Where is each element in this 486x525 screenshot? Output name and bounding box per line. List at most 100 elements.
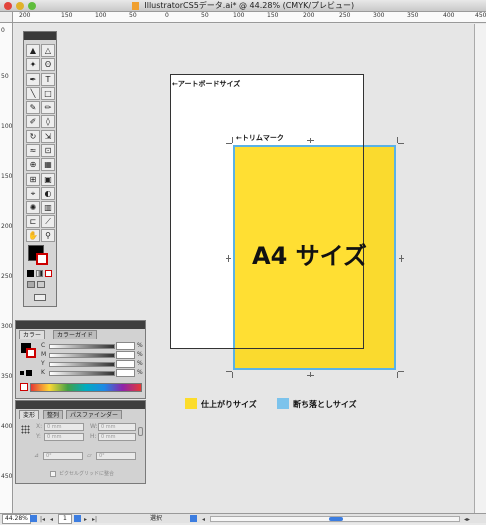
pen-tool-icon[interactable]: ✒ bbox=[26, 73, 40, 86]
artboard-tool-icon[interactable]: ⊏ bbox=[26, 215, 40, 228]
out-of-gamut-icon[interactable] bbox=[20, 371, 24, 375]
pixel-grid-checkbox[interactable] bbox=[50, 471, 56, 477]
transform-panel: 変形 整列 パスファインダー X: 0 mm Y: 0 mm W: 0 mm H… bbox=[15, 400, 146, 484]
none-mode-icon[interactable] bbox=[45, 270, 52, 277]
eraser-tool-icon[interactable]: ◊ bbox=[41, 115, 55, 128]
black-swatch-icon[interactable] bbox=[26, 370, 32, 376]
horizontal-ruler[interactable]: 200 150 100 50 0 50 100 150 200 250 300 … bbox=[13, 12, 486, 23]
zoom-dropdown-icon[interactable] bbox=[30, 515, 37, 522]
color-panel-header[interactable] bbox=[16, 321, 145, 329]
mesh-tool-icon[interactable]: ⊞ bbox=[26, 173, 40, 186]
x-input[interactable]: 0 mm bbox=[44, 423, 84, 431]
shear-angle-value: 0° bbox=[99, 453, 105, 459]
selection-tool-icon[interactable]: ▲ bbox=[26, 44, 40, 57]
lasso-tool-icon[interactable]: ʘ bbox=[41, 58, 55, 71]
column-graph-tool-icon[interactable]: ▥ bbox=[41, 201, 55, 214]
tab-transform-label: 変形 bbox=[23, 412, 36, 419]
draw-behind-icon[interactable] bbox=[37, 281, 45, 288]
tab-color-label: カラー bbox=[23, 332, 42, 339]
scroll-left-icon[interactable]: ◂ bbox=[202, 515, 205, 525]
status-bar: 44.28% |◂ ◂ 1 ▸ ▸| 選択 ◂ ◂▸ bbox=[0, 513, 486, 525]
transform-panel-header[interactable] bbox=[16, 401, 145, 409]
screen-mode-icon[interactable] bbox=[34, 294, 46, 301]
eyedropper-tool-icon[interactable]: ⌖ bbox=[26, 187, 40, 200]
trim-mark-label: ←トリムマーク bbox=[236, 134, 284, 142]
tab-align[interactable]: 整列 bbox=[43, 410, 64, 419]
ruler-label: 250 bbox=[1, 273, 13, 280]
zoom-tool-icon[interactable]: ⚲ bbox=[41, 229, 55, 242]
y-input[interactable]: 0 mm bbox=[44, 433, 84, 441]
tab-color[interactable]: カラー bbox=[19, 330, 46, 339]
gradient-tool-icon[interactable]: ▣ bbox=[41, 173, 55, 186]
channel-y-slider[interactable] bbox=[49, 362, 115, 367]
color-spectrum-bar[interactable] bbox=[30, 383, 142, 392]
vertical-scrollbar[interactable] bbox=[474, 24, 486, 513]
minimize-window-button[interactable] bbox=[16, 2, 24, 10]
channel-c-slider[interactable] bbox=[49, 344, 115, 349]
symbol-sprayer-tool-icon[interactable]: ✺ bbox=[26, 201, 40, 214]
ruler-label: 50 bbox=[129, 12, 137, 19]
zoom-window-button[interactable] bbox=[28, 2, 36, 10]
perspective-grid-tool-icon[interactable]: ▦ bbox=[41, 158, 55, 171]
percent-label: % bbox=[137, 360, 143, 367]
percent-label: % bbox=[137, 369, 143, 376]
tab-color-guide[interactable]: カラーガイド bbox=[53, 330, 98, 339]
tools-panel-header[interactable] bbox=[24, 32, 56, 40]
channel-k-input[interactable] bbox=[116, 369, 135, 377]
tab-transform[interactable]: 変形 bbox=[19, 410, 40, 419]
slice-tool-icon[interactable]: ⟋ bbox=[41, 215, 55, 228]
w-input[interactable]: 0 mm bbox=[98, 423, 136, 431]
pencil-tool-icon[interactable]: ✏ bbox=[41, 101, 55, 114]
none-swatch-icon[interactable] bbox=[20, 383, 28, 391]
trim-mark bbox=[232, 372, 233, 378]
panel-stroke-swatch[interactable] bbox=[26, 348, 36, 358]
window-title: IllustratorCS5データ.ai* @ 44.28% (CMYK/プレビ… bbox=[144, 1, 355, 10]
trim-mark bbox=[228, 255, 229, 262]
color-mode-icon[interactable] bbox=[27, 270, 34, 277]
shape-builder-tool-icon[interactable]: ⊕ bbox=[26, 158, 40, 171]
free-transform-tool-icon[interactable]: ⊡ bbox=[41, 144, 55, 157]
first-page-icon[interactable]: |◂ bbox=[40, 515, 45, 525]
tab-pathfinder[interactable]: パスファインダー bbox=[66, 410, 123, 419]
paintbrush-tool-icon[interactable]: ✎ bbox=[26, 101, 40, 114]
trim-mark bbox=[398, 143, 404, 144]
next-page-icon[interactable]: ▸ bbox=[84, 515, 87, 525]
scale-tool-icon[interactable]: ⇲ bbox=[41, 130, 55, 143]
warp-tool-icon[interactable]: ≈ bbox=[26, 144, 40, 157]
draw-mode-icon[interactable] bbox=[27, 281, 35, 288]
type-tool-icon[interactable]: T bbox=[41, 73, 55, 86]
line-tool-icon[interactable]: ╲ bbox=[26, 87, 40, 100]
ruler-origin[interactable] bbox=[0, 12, 13, 23]
hand-tool-icon[interactable]: ✋ bbox=[26, 229, 40, 242]
rotate-angle-value: 0° bbox=[46, 453, 52, 459]
rotate-angle-input[interactable]: 0° bbox=[43, 452, 83, 460]
gradient-mode-icon[interactable] bbox=[36, 270, 43, 277]
blob-brush-tool-icon[interactable]: ✐ bbox=[26, 115, 40, 128]
prev-page-icon[interactable]: ◂ bbox=[50, 515, 53, 525]
page-dropdown-icon[interactable] bbox=[74, 515, 81, 522]
last-page-icon[interactable]: ▸| bbox=[92, 515, 97, 525]
channel-m-input[interactable] bbox=[116, 351, 135, 359]
horizontal-scrollbar[interactable] bbox=[210, 516, 460, 522]
reference-point-icon[interactable] bbox=[21, 425, 30, 434]
rectangle-tool-icon[interactable]: □ bbox=[41, 87, 55, 100]
shear-angle-input[interactable]: 0° bbox=[96, 452, 136, 460]
rotate-tool-icon[interactable]: ↻ bbox=[26, 130, 40, 143]
h-input[interactable]: 0 mm bbox=[98, 433, 136, 441]
ruler-label: 100 bbox=[95, 12, 107, 19]
close-window-button[interactable] bbox=[4, 2, 12, 10]
trim-mark bbox=[397, 137, 398, 143]
scroll-right-icon[interactable]: ◂▸ bbox=[464, 515, 470, 525]
magic-wand-tool-icon[interactable]: ✦ bbox=[26, 58, 40, 71]
blend-tool-icon[interactable]: ◐ bbox=[41, 187, 55, 200]
vertical-ruler[interactable]: 0 50 100 150 200 250 300 350 400 450 bbox=[0, 23, 13, 513]
channel-y-input[interactable] bbox=[116, 360, 135, 368]
channel-k-slider[interactable] bbox=[49, 371, 115, 376]
status-dropdown-icon[interactable] bbox=[190, 515, 197, 522]
channel-c-input[interactable] bbox=[116, 342, 135, 350]
stroke-color-swatch[interactable] bbox=[36, 253, 48, 265]
horizontal-scroll-thumb[interactable] bbox=[329, 517, 343, 521]
direct-selection-tool-icon[interactable]: △ bbox=[41, 44, 55, 57]
channel-m-slider[interactable] bbox=[49, 353, 115, 358]
constrain-proportions-icon[interactable] bbox=[138, 427, 143, 436]
